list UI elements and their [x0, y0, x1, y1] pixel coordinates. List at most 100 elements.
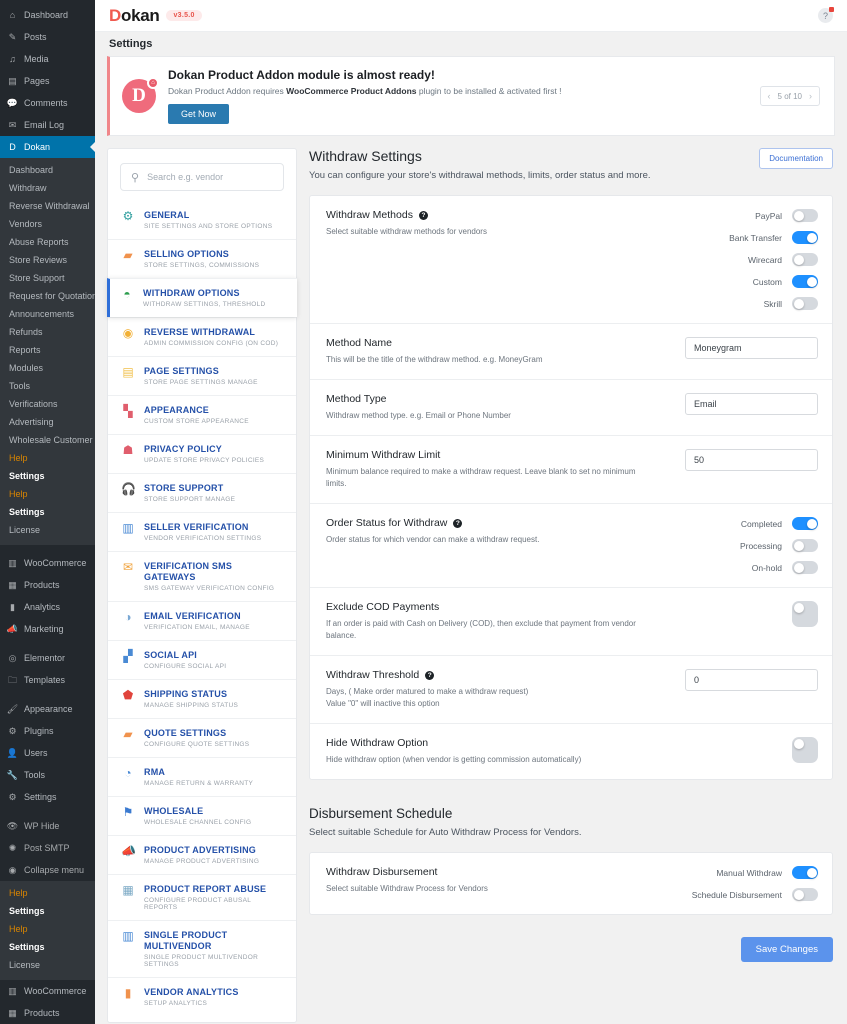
sidebar-item-collapse-menu[interactable]: ◉ Collapse menu	[0, 859, 95, 881]
sidebar-item-products[interactable]: ▦ Products	[0, 1002, 95, 1024]
dokan-submenu-item-store-support[interactable]: Store Support	[0, 269, 95, 287]
withdraw-method-toggle-bank-transfer[interactable]	[792, 231, 818, 244]
sidebar-item-products[interactable]: ▦ Products	[0, 574, 95, 596]
chevron-left-icon[interactable]: ‹	[768, 91, 771, 101]
sidebar-item-plugins[interactable]: ⚙ Plugins	[0, 720, 95, 742]
withdraw-method-toggle-wirecard[interactable]	[792, 253, 818, 266]
sidebar-item-comments[interactable]: 💬 Comments	[0, 92, 95, 114]
row-description-line2: Value "0" will inactive this option	[326, 699, 440, 708]
dokan-submenu-item-abuse-reports[interactable]: Abuse Reports	[0, 233, 95, 251]
sidebar-item-media[interactable]: ♫ Media	[0, 48, 95, 70]
get-now-button[interactable]: Get Now	[168, 104, 230, 124]
settings-nav-item-single-product-multivendor[interactable]: ▥ SINGLE PRODUCT MULTIVENDOR SINGLE PRODUC…	[108, 920, 296, 977]
dokan-submenu-item-settings[interactable]: Settings	[0, 902, 95, 920]
settings-nav-item-withdraw-options[interactable]: ◓ WITHDRAW OPTIONS WITHDRAW SETTINGS, THRE…	[107, 278, 297, 317]
dokan-submenu-item-vendors[interactable]: Vendors	[0, 215, 95, 233]
sidebar-item-dashboard[interactable]: ⌂ Dashboard	[0, 4, 95, 26]
settings-nav-item-privacy-policy[interactable]: ☗ PRIVACY POLICY UPDATE STORE PRIVACY POLI…	[108, 434, 296, 473]
search-box[interactable]: ⚲	[120, 163, 284, 191]
settings-nav-item-store-support[interactable]: 🎧 STORE SUPPORT STORE SUPPORT MANAGE	[108, 473, 296, 512]
withdraw-threshold-input[interactable]: 0	[685, 669, 818, 691]
settings-nav-item-verification-sms-gateways[interactable]: ✉ VERIFICATION SMS GATEWAYS SMS GATEWAY VE…	[108, 551, 296, 601]
settings-nav-item-product-advertising[interactable]: 📣 PRODUCT ADVERTISING MANAGE PRODUCT ADVER…	[108, 835, 296, 874]
sidebar-item-post-smtp[interactable]: ✺ Post SMTP	[0, 837, 95, 859]
search-input[interactable]	[147, 172, 273, 182]
sidebar-item-users[interactable]: 👤 Users	[0, 742, 95, 764]
hide-withdraw-toggle[interactable]	[792, 737, 818, 763]
exclude-cod-toggle[interactable]	[792, 601, 818, 627]
save-changes-button[interactable]: Save Changes	[740, 937, 833, 962]
dokan-submenu-item-advertising[interactable]: Advertising	[0, 413, 95, 431]
settings-nav-item-rma[interactable]: ◔ RMA MANAGE RETURN & WARRANTY	[108, 757, 296, 796]
dokan-submenu-item-settings[interactable]: Settings	[0, 503, 95, 521]
documentation-button[interactable]: Documentation	[759, 148, 833, 169]
settings-nav-item-general[interactable]: ⚙ GENERAL SITE SETTINGS AND STORE OPTIONS	[108, 201, 296, 239]
dokan-submenu-item-withdraw[interactable]: Withdraw	[0, 179, 95, 197]
help-icon[interactable]: ?	[418, 210, 428, 220]
help-icon[interactable]: ?	[425, 670, 435, 680]
method-name-input[interactable]: Moneygram	[685, 337, 818, 359]
settings-nav-item-email-verification[interactable]: ◑ EMAIL VERIFICATION VERIFICATION EMAIL, M…	[108, 601, 296, 640]
withdraw-method-toggle-skrill[interactable]	[792, 297, 818, 310]
withdraw-method-toggle-custom[interactable]	[792, 275, 818, 288]
settings-nav-item-appearance[interactable]: ▚ APPEARANCE CUSTOM STORE APPEARANCE	[108, 395, 296, 434]
dokan-submenu-item-license[interactable]: License	[0, 521, 95, 539]
dokan-submenu-item-wholesale-customer[interactable]: Wholesale Customer	[0, 431, 95, 449]
settings-nav-item-social-api[interactable]: ▞ SOCIAL API CONFIGURE SOCIAL API	[108, 640, 296, 679]
sidebar-item-appearance[interactable]: 🖌 Appearance	[0, 698, 95, 720]
dokan-submenu-item-license[interactable]: License	[0, 956, 95, 974]
sidebar-item-woocommerce[interactable]: ▥ WooCommerce	[0, 552, 95, 574]
order-status-toggle-on-hold[interactable]	[792, 561, 818, 574]
dokan-submenu-item-reports[interactable]: Reports	[0, 341, 95, 359]
withdraw-method-toggle-paypal[interactable]	[792, 209, 818, 222]
sidebar-item-analytics[interactable]: ▮ Analytics	[0, 596, 95, 618]
settings-nav-item-reverse-withdrawal[interactable]: ◉ REVERSE WITHDRAWAL ADMIN COMMISSION CONF…	[108, 317, 296, 356]
dokan-submenu-item-help[interactable]: Help	[0, 884, 95, 902]
settings-nav-item-quote-settings[interactable]: ▰ QUOTE SETTINGS CONFIGURE QUOTE SETTINGS	[108, 718, 296, 757]
settings-nav-item-shipping-status[interactable]: ⬟ SHIPPING STATUS MANAGE SHIPPING STATUS	[108, 679, 296, 718]
sidebar-item-marketing[interactable]: 📣 Marketing	[0, 618, 95, 640]
settings-nav-item-wholesale[interactable]: ⚑ WHOLESALE WHOLESALE CHANNEL CONFIG	[108, 796, 296, 835]
dokan-submenu-item-refunds[interactable]: Refunds	[0, 323, 95, 341]
settings-nav-item-page-settings[interactable]: ▤ PAGE SETTINGS STORE PAGE SETTINGS MANAGE	[108, 356, 296, 395]
sidebar-item-pages[interactable]: ▤ Pages	[0, 70, 95, 92]
dokan-submenu-item-dashboard[interactable]: Dashboard	[0, 161, 95, 179]
order-status-toggle-processing[interactable]	[792, 539, 818, 552]
dokan-submenu-item-store-reviews[interactable]: Store Reviews	[0, 251, 95, 269]
dokan-submenu-item-help[interactable]: Help	[0, 485, 95, 503]
sidebar-item-elementor[interactable]: ◎ Elementor	[0, 647, 95, 669]
minimum-withdraw-limit-input[interactable]: 50	[685, 449, 818, 471]
dokan-submenu-item-modules[interactable]: Modules	[0, 359, 95, 377]
chevron-right-icon[interactable]: ›	[809, 91, 812, 101]
disbursement-toggle-schedule-disbursement[interactable]	[792, 888, 818, 901]
settings-nav-item-vendor-analytics[interactable]: ▮ VENDOR ANALYTICS SETUP ANALYTICS	[108, 977, 296, 1016]
method-type-input[interactable]: Email	[685, 393, 818, 415]
sidebar-item-wp-hide[interactable]: 👁 WP Hide	[0, 815, 95, 837]
sidebar-item-tools[interactable]: 🔧 Tools	[0, 764, 95, 786]
media-icon: ♫	[9, 53, 16, 64]
sidebar-item-email-log[interactable]: ✉ Email Log	[0, 114, 95, 136]
dokan-submenu-item-reverse-withdrawal[interactable]: Reverse Withdrawal	[0, 197, 95, 215]
dokan-submenu-item-settings[interactable]: Settings	[0, 938, 95, 956]
row-left: Withdraw Threshold ? Days, ( Make order …	[326, 669, 528, 710]
dokan-submenu-item-request-for-quotation[interactable]: Request for Quotation	[0, 287, 95, 305]
disbursement-toggle-manual-withdraw[interactable]	[792, 866, 818, 879]
dokan-submenu-item-settings[interactable]: Settings	[0, 467, 95, 485]
help-icon[interactable]: ?	[453, 518, 463, 528]
sidebar-item-templates[interactable]: 🗀 Templates	[0, 669, 95, 691]
sidebar-item-dokan[interactable]: D Dokan	[0, 136, 95, 158]
dokan-submenu-item-help[interactable]: Help	[0, 920, 95, 938]
sidebar-item-posts[interactable]: ✎ Posts	[0, 26, 95, 48]
settings-nav-item-product-report-abuse[interactable]: ▦ PRODUCT REPORT ABUSE CONFIGURE PRODUCT A…	[108, 874, 296, 920]
question-mark-icon[interactable]: ?	[818, 7, 834, 23]
withdraw-method-row-custom: Custom	[753, 275, 818, 288]
dokan-submenu-item-help[interactable]: Help	[0, 449, 95, 467]
settings-nav-item-selling-options[interactable]: ▰ SELLING OPTIONS STORE SETTINGS, COMMISSI…	[108, 239, 296, 278]
settings-nav-item-seller-verification[interactable]: ▥ SELLER VERIFICATION VENDOR VERIFICATION …	[108, 512, 296, 551]
order-status-toggle-completed[interactable]	[792, 517, 818, 530]
dokan-submenu-item-announcements[interactable]: Announcements	[0, 305, 95, 323]
sidebar-item-woocommerce[interactable]: ▥ WooCommerce	[0, 980, 95, 1002]
dokan-submenu-item-tools[interactable]: Tools	[0, 377, 95, 395]
dokan-submenu-item-verifications[interactable]: Verifications	[0, 395, 95, 413]
sidebar-item-settings[interactable]: ⚙ Settings	[0, 786, 95, 808]
